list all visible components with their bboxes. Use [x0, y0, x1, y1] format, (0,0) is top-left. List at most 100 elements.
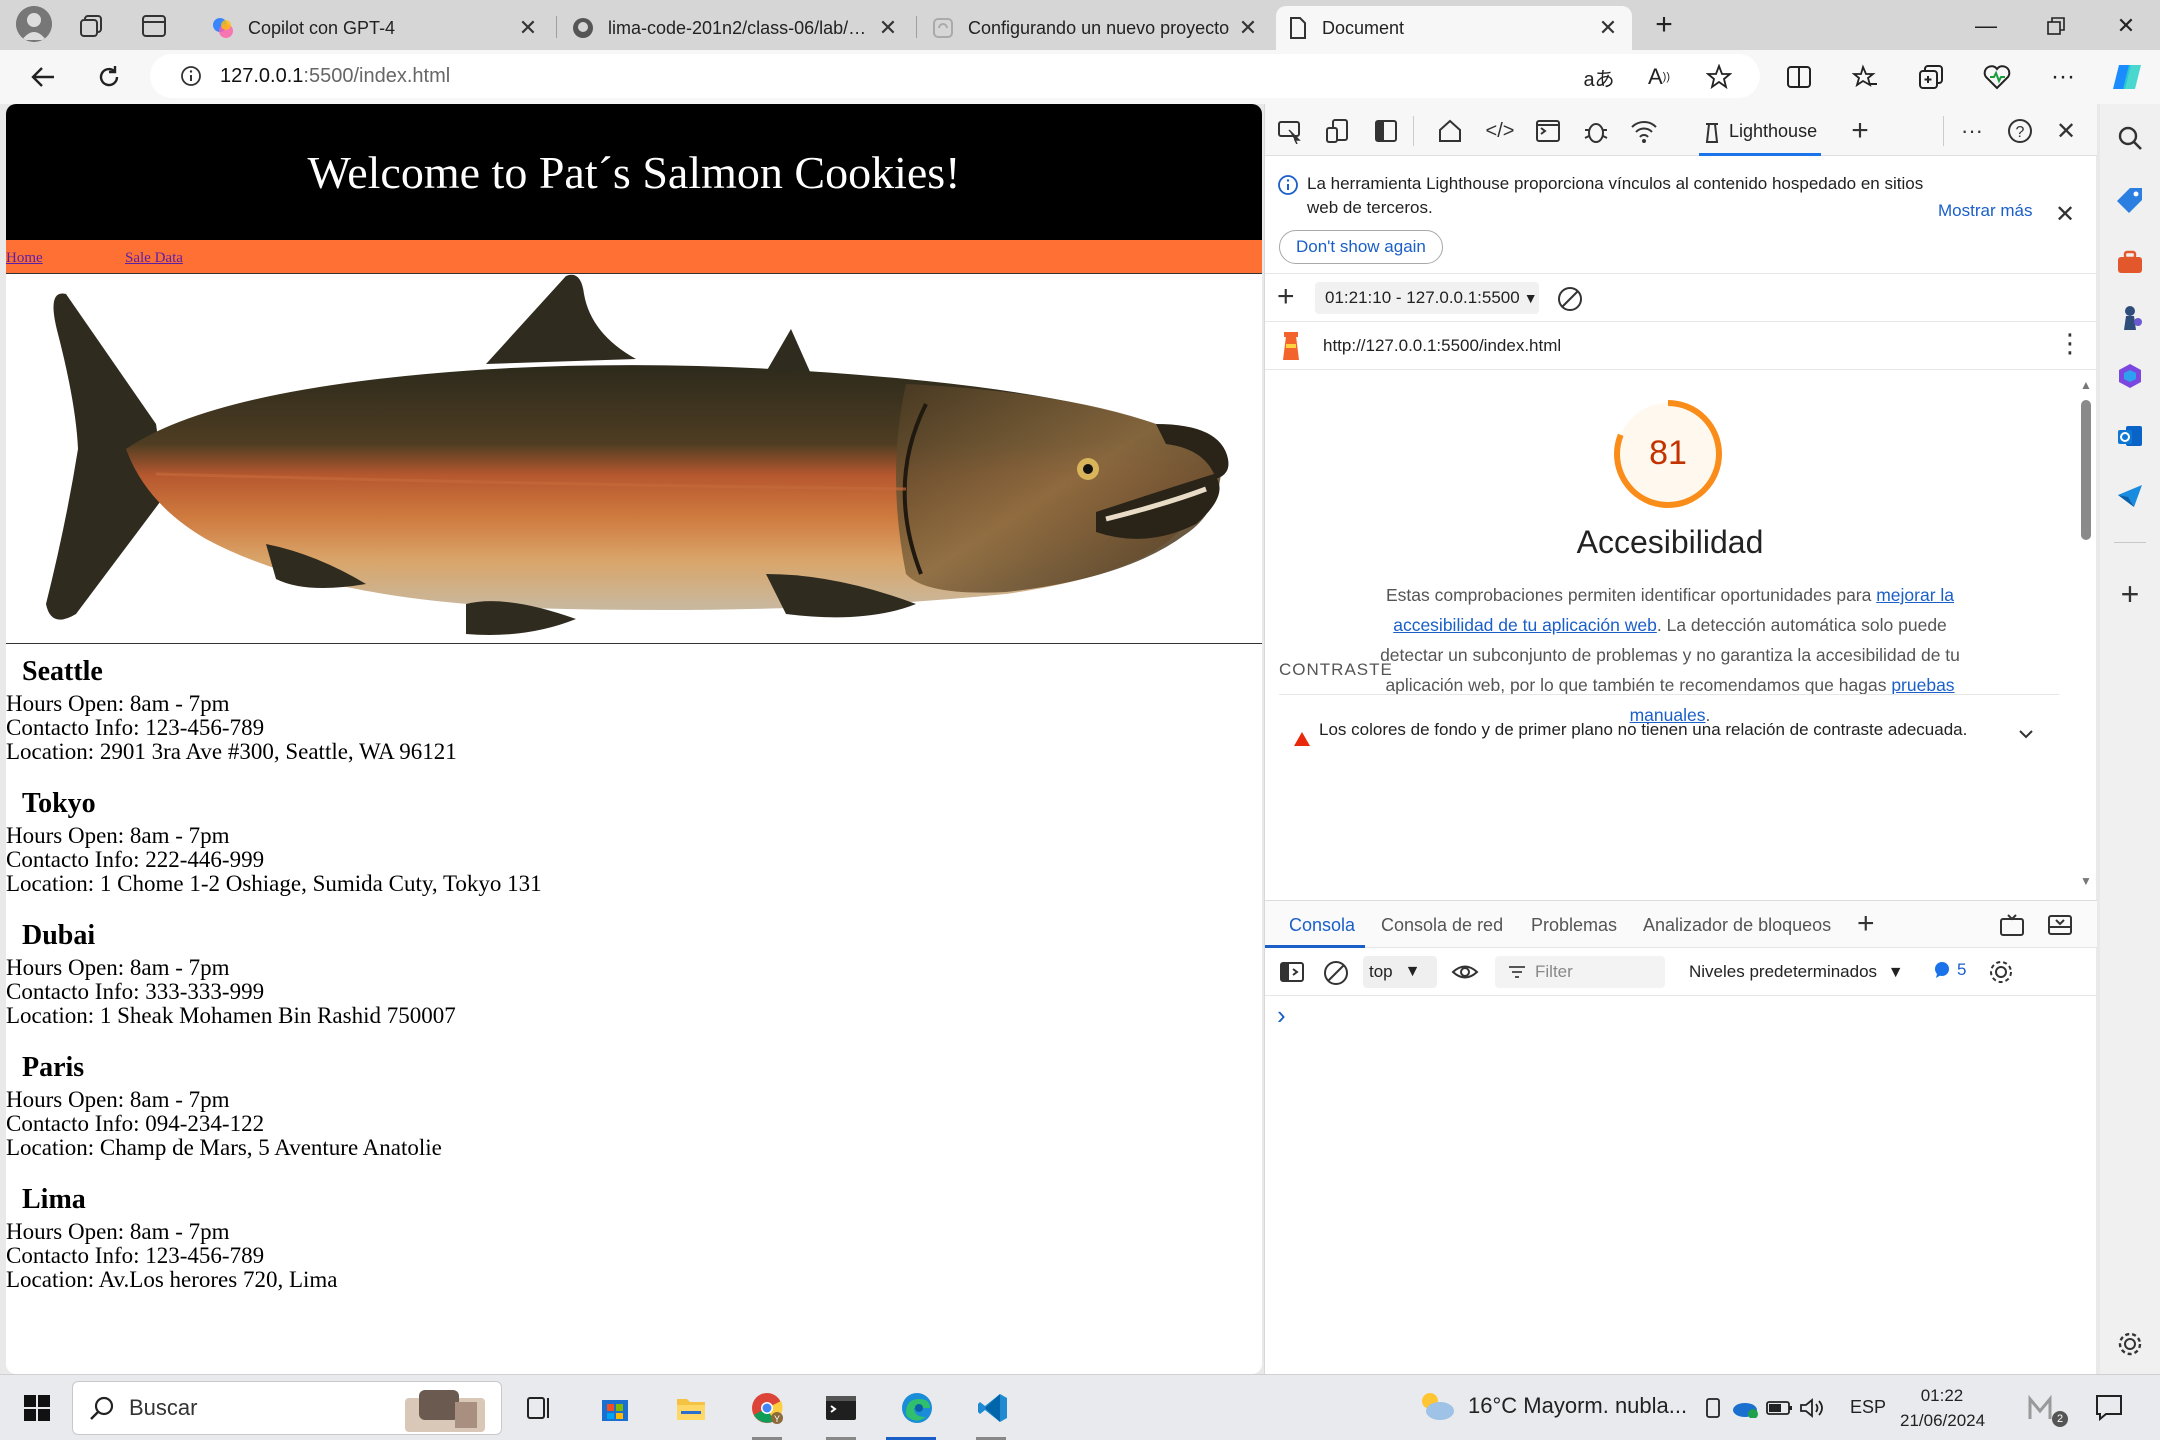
sidebar-m365-icon[interactable] — [2112, 358, 2148, 394]
sidebar-shopping-tag-icon[interactable] — [2112, 182, 2148, 218]
site-info-icon[interactable] — [180, 65, 202, 87]
close-tab-icon[interactable]: ✕ — [1236, 15, 1260, 41]
scrollbar-thumb[interactable] — [2081, 400, 2091, 540]
tab-copilot[interactable]: Copilot con GPT-4 ✕ — [200, 6, 552, 50]
customize-menu-icon[interactable]: ··· — [1957, 116, 1987, 146]
copilot-sidebar-icon[interactable] — [2108, 58, 2146, 96]
dock-side-icon[interactable] — [1371, 116, 1401, 146]
sidebar-settings-icon[interactable] — [2112, 1326, 2148, 1362]
microsoft-store-icon[interactable] — [592, 1385, 638, 1431]
weather-text[interactable]: 16°C Mayorm. nubla... — [1468, 1393, 1687, 1419]
undock-drawer-icon[interactable] — [1999, 913, 2025, 937]
sidebar-add-icon[interactable]: + — [2112, 576, 2148, 612]
inspect-element-icon[interactable] — [1275, 116, 1305, 146]
tab-config[interactable]: Configurando un nuevo proyecto ✕ — [920, 6, 1272, 50]
read-aloud-icon[interactable]: A)) — [1640, 58, 1678, 96]
clear-console-icon[interactable] — [1323, 960, 1349, 986]
tray-phone-link-icon[interactable] — [1700, 1385, 1726, 1431]
drawer-tab-network-console[interactable]: Consola de red — [1381, 915, 1503, 936]
file-explorer-icon[interactable] — [668, 1385, 714, 1431]
favorites-icon[interactable] — [1846, 58, 1884, 96]
report-scrollbar[interactable]: ▲ ▼ — [2075, 370, 2097, 900]
tab-github[interactable]: lima-code-201n2/class-06/lab/assets ✕ — [560, 6, 912, 50]
device-emulation-icon[interactable] — [1323, 116, 1353, 146]
taskbar: Buscar Y 16°C Mayorm. nubla... ESP 01:22… — [0, 1374, 2160, 1440]
help-icon[interactable]: ? — [2005, 116, 2035, 146]
welcome-home-icon[interactable] — [1435, 116, 1465, 146]
dropdown-arrow-icon: ▼ — [1887, 964, 1904, 981]
taskbar-clock[interactable]: 01:22 21/06/2024 — [1900, 1383, 1985, 1433]
browser-essentials-icon[interactable] — [1978, 58, 2016, 96]
console-icon[interactable] — [1533, 116, 1563, 146]
terminal-icon[interactable] — [818, 1385, 864, 1431]
drawer-tab-console[interactable]: Consola — [1289, 915, 1355, 936]
input-language[interactable]: ESP — [1850, 1397, 1886, 1418]
sidebar-tools-icon[interactable] — [2112, 244, 2148, 280]
split-screen-icon[interactable] — [1780, 58, 1818, 96]
message-count-badge[interactable]: 5 — [1933, 960, 1966, 980]
network-wifi-icon[interactable] — [1629, 116, 1659, 146]
chrome-icon[interactable]: Y — [744, 1385, 790, 1431]
profile-avatar[interactable] — [16, 6, 52, 42]
more-menu-icon[interactable]: ··· — [2044, 58, 2082, 96]
tab-lighthouse[interactable]: Lighthouse — [1699, 110, 1822, 156]
report-selector[interactable]: 01:21:10 - 127.0.0.1:5500 ▼ — [1315, 282, 1539, 314]
edge-icon[interactable] — [894, 1385, 940, 1431]
sidebar-search-icon[interactable] — [2112, 120, 2148, 156]
console-filter-input[interactable]: Filter — [1495, 956, 1665, 988]
log-levels-dropdown[interactable]: Niveles predeterminados ▼ — [1689, 962, 1904, 982]
close-tab-icon[interactable]: ✕ — [1596, 15, 1620, 41]
drawer-add-tab-icon[interactable]: + — [1857, 907, 1875, 941]
show-more-link[interactable]: Mostrar más — [1938, 201, 2032, 221]
drawer-tab-crash-analyzer[interactable]: Analizador de bloqueos — [1643, 915, 1831, 936]
nav-home-link[interactable]: Home — [6, 250, 43, 267]
sidebar-send-icon[interactable] — [2112, 478, 2148, 514]
drawer-tab-issues[interactable]: Problemas — [1531, 915, 1617, 936]
sidebar-games-icon[interactable] — [2112, 300, 2148, 336]
elements-icon[interactable]: </> — [1485, 116, 1515, 146]
minimize-icon[interactable]: — — [1966, 8, 2006, 44]
close-tab-icon[interactable]: ✕ — [876, 15, 900, 41]
store-hours: Hours Open: 8am - 7pm — [6, 691, 230, 716]
start-windows-icon[interactable] — [14, 1385, 60, 1431]
nav-sale-data-link[interactable]: Sale Data — [125, 250, 183, 267]
sidebar-outlook-icon[interactable] — [2112, 418, 2148, 454]
translate-icon[interactable]: aあ — [1580, 58, 1618, 96]
task-view-icon[interactable] — [516, 1385, 562, 1431]
tray-onedrive-icon[interactable] — [1730, 1385, 1760, 1431]
url-field[interactable]: 127.0.0.1:5500/index.html — [150, 54, 1760, 98]
console-prompt[interactable]: › — [1277, 1000, 1286, 1031]
tray-volume-icon[interactable] — [1798, 1385, 1828, 1431]
restore-icon[interactable] — [2036, 8, 2076, 44]
console-sidebar-icon[interactable] — [1279, 960, 1305, 984]
show-desktop-chat-icon[interactable] — [2094, 1393, 2124, 1421]
close-window-icon[interactable]: ✕ — [2106, 8, 2146, 44]
new-report-icon[interactable]: + — [1277, 280, 1295, 314]
clear-reports-icon[interactable] — [1557, 286, 1583, 312]
live-expression-eye-icon[interactable] — [1451, 960, 1479, 984]
dismiss-banner-icon[interactable]: ✕ — [2055, 200, 2075, 229]
console-settings-icon[interactable] — [1987, 958, 2015, 986]
sources-bug-icon[interactable] — [1581, 116, 1611, 146]
toggle-drawer-icon[interactable] — [2047, 913, 2073, 937]
expand-chevron-icon[interactable] — [2017, 725, 2035, 743]
back-icon[interactable] — [24, 58, 62, 96]
reload-icon[interactable] — [90, 58, 128, 96]
tab-document[interactable]: Document ✕ — [1276, 6, 1632, 50]
report-menu-icon[interactable]: ⋮ — [2057, 330, 2083, 356]
dont-show-again-button[interactable]: Don't show again — [1279, 230, 1443, 264]
more-tools-plus-icon[interactable]: + — [1845, 114, 1875, 147]
taskbar-search[interactable]: Buscar — [72, 1381, 502, 1435]
tray-battery-icon[interactable] — [1764, 1385, 1794, 1431]
new-tab-icon[interactable]: + — [1648, 10, 1680, 42]
workspaces-icon[interactable] — [78, 12, 106, 40]
vscode-icon[interactable] — [970, 1385, 1016, 1431]
collections-icon[interactable] — [1912, 58, 1950, 96]
audit-contrast[interactable]: Los colores de fondo y de primer plano n… — [1279, 694, 2059, 794]
close-devtools-icon[interactable]: ✕ — [2051, 116, 2081, 146]
weather-cloud-icon[interactable] — [1416, 1387, 1456, 1423]
context-selector[interactable]: top ▼ — [1363, 956, 1437, 988]
tab-actions-icon[interactable] — [140, 12, 168, 40]
favorite-star-icon[interactable] — [1700, 58, 1738, 96]
close-tab-icon[interactable]: ✕ — [516, 15, 540, 41]
